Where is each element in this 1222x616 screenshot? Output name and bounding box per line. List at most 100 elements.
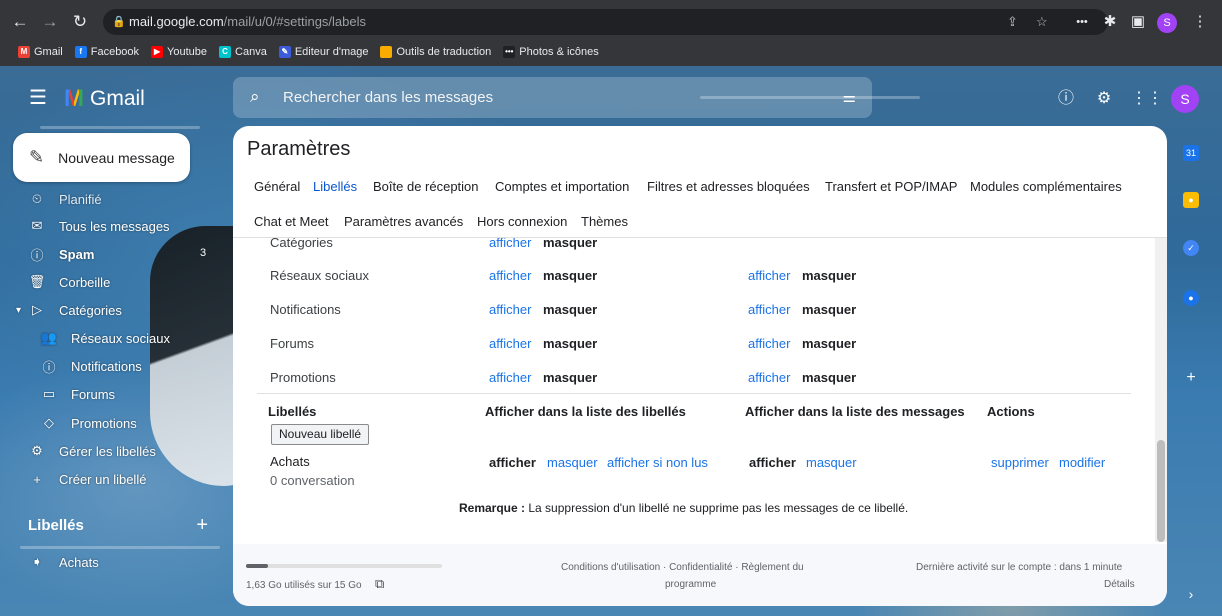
category-show-in-messages-link[interactable]: afficher [748, 336, 790, 351]
label-list-hide-link[interactable]: masquer [547, 455, 598, 470]
tab-6[interactable]: Modules complémentaires [970, 179, 1122, 194]
delete-label-link[interactable]: supprimer [991, 455, 1049, 470]
get-addons-plus-icon[interactable]: + [1183, 370, 1199, 386]
pencil-icon: ✎ [29, 147, 45, 167]
bookmark-6[interactable]: ••• Photos & icônes [503, 46, 599, 58]
categories-hide-link[interactable]: masquer [543, 238, 597, 250]
category-hide-in-labels-link[interactable]: masquer [543, 370, 597, 385]
sidebar-item-10[interactable]: + Créer un libellé [0, 466, 205, 492]
browser-profile-avatar[interactable]: S [1157, 13, 1177, 33]
bookmark-2[interactable]: ▶ Youtube [151, 46, 207, 58]
bookmark-0[interactable]: M Gmail [18, 46, 63, 58]
help-icon[interactable]: ⓘ [1055, 88, 1077, 110]
category-hide-in-labels-link[interactable]: masquer [543, 336, 597, 351]
sidebar-label-name: Achats [59, 554, 99, 570]
keep-icon[interactable]: ● [1183, 192, 1199, 208]
extension-dots-icon[interactable]: ••• [1070, 10, 1094, 34]
sidebar-item-3[interactable]: 🗑 Corbeille [0, 269, 205, 295]
back-arrow-icon[interactable]: ← [8, 10, 32, 34]
sidebar-item-1[interactable]: ✉ Tous les messages [0, 213, 205, 239]
contacts-icon[interactable]: ● [1183, 290, 1199, 306]
bookmark-3[interactable]: C Canva [219, 46, 267, 58]
show-side-panel-chevron-icon[interactable]: › [1183, 586, 1199, 602]
tab-9[interactable]: Hors connexion [477, 214, 567, 229]
sidebar-item-5[interactable]: 👥 Réseaux sociaux [0, 325, 205, 351]
star-icon[interactable]: ☆ [1036, 9, 1048, 35]
terms-links[interactable]: Conditions d'utilisation · Confidentiali… [561, 562, 804, 573]
tasks-icon[interactable]: ✓ [1183, 240, 1199, 256]
sidebar-label-0[interactable]: ➧ Achats [0, 549, 205, 575]
category-show-in-labels-link[interactable]: afficher [489, 302, 531, 317]
browser-menu-icon[interactable]: ⋮ [1188, 10, 1212, 34]
message-list-hide-link[interactable]: masquer [806, 455, 857, 470]
categories-show-link[interactable]: afficher [489, 238, 531, 250]
sidebar-item-label: Catégories [59, 302, 122, 318]
apps-grid-icon[interactable]: ⋮⋮ [1131, 88, 1163, 110]
gmail-logo[interactable]: M Gmail [64, 85, 145, 112]
sidebar-item-7[interactable]: ▭ Forums [0, 381, 205, 407]
sidebar-item-8[interactable]: ◇ Promotions [0, 410, 205, 436]
tab-5[interactable]: Transfert et POP/IMAP [825, 179, 957, 194]
category-show-in-messages-link[interactable]: afficher [748, 302, 790, 317]
address-bar[interactable]: 🔒 mail.google.com/mail/u/0/#settings/lab… [103, 9, 1108, 35]
calendar-icon[interactable]: 31 [1183, 145, 1199, 161]
category-show-in-messages-link[interactable]: afficher [748, 268, 790, 283]
sidebar-item-2[interactable]: ⓘ Spam [0, 241, 205, 267]
category-hide-in-labels-link[interactable]: masquer [543, 268, 597, 283]
category-hide-in-messages-link[interactable]: masquer [802, 302, 856, 317]
col-labels: Libellés [268, 404, 317, 419]
tab-1[interactable]: Libellés [313, 179, 357, 194]
reload-icon[interactable]: ↻ [68, 10, 92, 34]
side-panel-icon[interactable]: ▣ [1126, 10, 1150, 34]
search-placeholder: Rechercher dans les messages [283, 89, 494, 106]
bookmark-4[interactable]: ✎ Editeur d'mage [278, 46, 368, 58]
category-show-in-messages-link[interactable]: afficher [748, 370, 790, 385]
sidebar-item-4[interactable]: ▾ ▷ Catégories [0, 297, 205, 323]
new-label-button[interactable]: Nouveau libellé [271, 424, 370, 445]
category-hide-in-messages-link[interactable]: masquer [802, 370, 856, 385]
col-in-message-list: Afficher dans la liste des messages [745, 404, 965, 419]
terms-links-line2[interactable]: programme [665, 579, 716, 590]
category-show-in-labels-link[interactable]: afficher [489, 336, 531, 351]
sidebar-item-0[interactable]: ⏲ Planifié [0, 192, 205, 206]
category-hide-in-messages-link[interactable]: masquer [802, 336, 856, 351]
settings-gear-icon[interactable]: ⚙ [1093, 88, 1115, 110]
tab-7[interactable]: Chat et Meet [254, 214, 328, 229]
activity-details-link[interactable]: Détails [1104, 579, 1135, 590]
expand-chevron-icon[interactable]: ▾ [16, 305, 21, 316]
share-icon[interactable]: ⇪ [1007, 9, 1018, 35]
tab-4[interactable]: Filtres et adresses bloquées [647, 179, 810, 194]
account-avatar[interactable]: S [1171, 85, 1199, 113]
label-list-show-link[interactable]: afficher [489, 455, 536, 470]
main-menu-icon[interactable]: ☰ [26, 86, 50, 110]
search-input[interactable]: ⌕ Rechercher dans les messages ⚌ [233, 77, 872, 118]
tab-0[interactable]: Général [254, 179, 300, 194]
tab-3[interactable]: Comptes et importation [495, 179, 629, 194]
scrollbar-thumb[interactable] [1157, 440, 1165, 542]
tab-8[interactable]: Paramètres avancés [344, 214, 463, 229]
tab-10[interactable]: Thèmes [581, 214, 628, 229]
bookmark-5[interactable]: Outils de traduction [380, 46, 491, 58]
add-label-plus-icon[interactable]: + [196, 515, 208, 535]
spam-count-badge: 3 [200, 247, 207, 259]
gear-icon: ⚙ [31, 443, 43, 458]
edit-label-link[interactable]: modifier [1059, 455, 1105, 470]
category-show-in-labels-link[interactable]: afficher [489, 370, 531, 385]
open-external-icon[interactable]: ⧉ [375, 576, 384, 592]
bookmark-1[interactable]: f Facebook [74, 46, 139, 58]
sidebar-item-9[interactable]: ⚙ Gérer les libellés [0, 438, 205, 464]
search-options-icon[interactable]: ⚌ [843, 88, 856, 106]
category-hide-in-labels-link[interactable]: masquer [543, 302, 597, 317]
category-show-in-labels-link[interactable]: afficher [489, 268, 531, 283]
youtube-icon: ▶ [151, 46, 164, 58]
search-icon[interactable]: ⌕ [250, 87, 260, 107]
message-list-show-link[interactable]: afficher [749, 455, 796, 470]
compose-button[interactable]: ✎ Nouveau message [13, 133, 190, 182]
sidebar-item-label: Forums [71, 386, 116, 402]
category-hide-in-messages-link[interactable]: masquer [802, 268, 856, 283]
tab-2[interactable]: Boîte de réception [373, 179, 479, 194]
label-list-show-unread-link[interactable]: afficher si non lus [607, 455, 708, 470]
forward-arrow-icon[interactable]: → [38, 10, 62, 34]
puzzle-icon[interactable]: ✱ [1098, 10, 1122, 34]
sidebar-item-6[interactable]: ⓘ Notifications [0, 353, 205, 379]
